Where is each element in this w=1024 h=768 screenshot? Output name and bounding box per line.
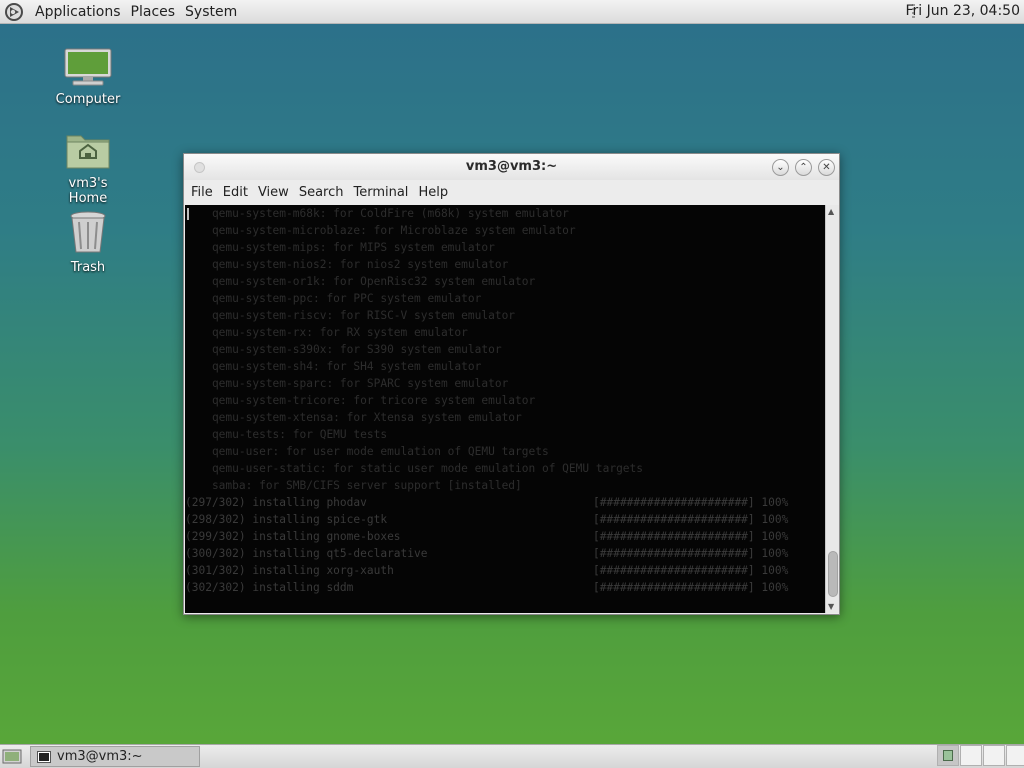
- top-panel: Applications Places System Fri Jun 23, 0…: [0, 0, 1024, 24]
- desktop-icon-label: Trash: [70, 260, 106, 275]
- terminal-line: qemu-system-mips: for MIPS system emulat…: [185, 239, 825, 256]
- terminal-line: (302/302) installing sddm [##############…: [185, 579, 825, 596]
- terminal-line: samba: for SMB/CIFS server support [inst…: [185, 477, 825, 494]
- terminal-line-text: qemu-system-xtensa: for Xtensa system em…: [185, 411, 522, 424]
- terminal-line-text: (298/302) installing spice-gtk: [185, 513, 388, 526]
- terminal-line-text: (297/302) installing phodav: [185, 496, 367, 509]
- terminal-line: qemu-system-sh4: for SH4 system emulator: [185, 358, 825, 375]
- distro-logo-icon[interactable]: [4, 2, 24, 22]
- terminal-app-icon: [37, 750, 51, 763]
- desktop-icon-computer[interactable]: Computer: [48, 48, 128, 107]
- progress-bar-text: [######################] 100%: [593, 547, 789, 560]
- progress-bar-text: [######################] 100%: [593, 564, 789, 577]
- bottom-panel: vm3@vm3:~: [0, 744, 1024, 768]
- progress-bar-text: [######################] 100%: [593, 513, 789, 526]
- terminal-line-text: qemu-system-or1k: for OpenRisc32 system …: [185, 275, 536, 288]
- terminal-line: qemu-system-nios2: for nios2 system emul…: [185, 256, 825, 273]
- workspace-3[interactable]: [983, 745, 1005, 766]
- terminal-line-text: qemu-tests: for QEMU tests: [185, 428, 388, 441]
- menu-view[interactable]: View: [253, 185, 294, 200]
- terminal-line: (300/302) installing qt5-declarative [###…: [185, 545, 825, 562]
- workspace-switcher: [936, 745, 1024, 768]
- scrollbar-thumb[interactable]: [828, 551, 838, 597]
- places-menu[interactable]: Places: [126, 4, 181, 20]
- close-button[interactable]: ✕: [818, 159, 835, 176]
- terminal-line: (301/302) installing xorg-xauth [########…: [185, 562, 825, 579]
- desktop-icon-home[interactable]: vm3's Home: [48, 130, 128, 206]
- workspace-4[interactable]: [1006, 745, 1024, 766]
- terminal-line: qemu-tests: for QEMU tests: [185, 426, 825, 443]
- progress-bar-text: [######################] 100%: [593, 530, 789, 543]
- terminal-menubar: File Edit View Search Terminal Help: [184, 180, 839, 204]
- menu-file[interactable]: File: [186, 185, 218, 200]
- terminal-line: qemu-user-static: for static user mode e…: [185, 460, 825, 477]
- terminal-line-text: (299/302) installing gnome-boxes: [185, 530, 401, 543]
- terminal-line-text: samba: for SMB/CIFS server support [inst…: [185, 479, 522, 492]
- system-menu[interactable]: System: [180, 4, 242, 20]
- minimize-button[interactable]: ⌄: [772, 159, 789, 176]
- terminal-line: qemu-system-sparc: for SPARC system emul…: [185, 375, 825, 392]
- menu-edit[interactable]: Edit: [218, 185, 253, 200]
- workspace-1[interactable]: [937, 745, 959, 766]
- terminal-line-text: qemu-system-sparc: for SPARC system emul…: [185, 377, 509, 390]
- terminal-line-text: qemu-system-tricore: for tricore system …: [185, 394, 536, 407]
- show-desktop-icon[interactable]: [2, 748, 22, 765]
- terminal-line: qemu-system-xtensa: for Xtensa system em…: [185, 409, 825, 426]
- terminal-line: qemu-system-tricore: for tricore system …: [185, 392, 825, 409]
- progress-bar-text: [######################] 100%: [593, 496, 789, 509]
- window-title: vm3@vm3:~: [465, 159, 558, 174]
- terminal-line-text: (301/302) installing xorg-xauth: [185, 564, 394, 577]
- terminal-line: qemu-system-ppc: for PPC system emulator: [185, 290, 825, 307]
- terminal-line: qemu-system-or1k: for OpenRisc32 system …: [185, 273, 825, 290]
- clock[interactable]: Fri Jun 23, 04:50: [905, 3, 1020, 19]
- terminal-line-text: qemu-system-m68k: for ColdFire (m68k) sy…: [185, 207, 569, 220]
- menu-search[interactable]: Search: [294, 185, 349, 200]
- scroll-up-arrow-icon[interactable]: ▲: [828, 207, 834, 216]
- terminal-line-text: qemu-system-ppc: for PPC system emulator: [185, 292, 482, 305]
- maximize-button[interactable]: ⌃: [795, 159, 812, 176]
- terminal-line: (297/302) installing phodav [############…: [185, 494, 825, 511]
- taskbar-terminal-label: vm3@vm3:~: [57, 749, 143, 764]
- terminal-line: (298/302) installing spice-gtk [#########…: [185, 511, 825, 528]
- terminal-scrollbar[interactable]: ▲ ▼: [825, 205, 839, 613]
- computer-icon: [64, 48, 112, 86]
- terminal-line-text: qemu-system-s390x: for S390 system emula…: [185, 343, 502, 356]
- terminal-line: qemu-system-microblaze: for Microblaze s…: [185, 222, 825, 239]
- workspace-2[interactable]: [960, 745, 982, 766]
- terminal-output[interactable]: qemu-system-m68k: for ColdFire (m68k) sy…: [185, 205, 825, 613]
- terminal-line-text: qemu-system-rx: for RX system emulator: [185, 326, 468, 339]
- terminal-line: qemu-user: for user mode emulation of QE…: [185, 443, 825, 460]
- trash-icon: [70, 211, 106, 253]
- terminal-line-text: qemu-user: for user mode emulation of QE…: [185, 445, 549, 458]
- desktop-icon-label: Computer: [55, 92, 121, 107]
- terminal-window[interactable]: vm3@vm3:~ ⌄ ⌃ ✕ File Edit View Search Te…: [183, 153, 840, 615]
- home-folder-icon: [66, 135, 110, 169]
- terminal-line-text: qemu-system-microblaze: for Microblaze s…: [185, 224, 576, 237]
- progress-bar-text: [######################] 100%: [593, 581, 789, 594]
- terminal-line-text: (302/302) installing sddm: [185, 581, 354, 594]
- terminal-line: qemu-system-riscv: for RISC-V system emu…: [185, 307, 825, 324]
- terminal-line-text: qemu-system-sh4: for SH4 system emulator: [185, 360, 482, 373]
- scroll-down-arrow-icon[interactable]: ▼: [828, 602, 834, 611]
- applications-menu[interactable]: Applications: [30, 4, 126, 20]
- desktop-icon-trash[interactable]: Trash: [48, 210, 128, 275]
- window-titlebar[interactable]: vm3@vm3:~ ⌄ ⌃ ✕: [184, 154, 839, 180]
- terminal-line-text: qemu-system-mips: for MIPS system emulat…: [185, 241, 495, 254]
- terminal-line: qemu-system-s390x: for S390 system emula…: [185, 341, 825, 358]
- desktop-icon-label: vm3's Home: [68, 176, 108, 206]
- terminal-line: qemu-system-rx: for RX system emulator: [185, 324, 825, 341]
- terminal-line-text: qemu-system-nios2: for nios2 system emul…: [185, 258, 509, 271]
- terminal-line-text: qemu-user-static: for static user mode e…: [185, 462, 644, 475]
- terminal-line: (299/302) installing gnome-boxes [#######…: [185, 528, 825, 545]
- menu-terminal[interactable]: Terminal: [348, 185, 413, 200]
- terminal-line-text: (300/302) installing qt5-declarative: [185, 547, 428, 560]
- menu-help[interactable]: Help: [413, 185, 453, 200]
- terminal-line-text: qemu-system-riscv: for RISC-V system emu…: [185, 309, 516, 322]
- terminal-line: qemu-system-m68k: for ColdFire (m68k) sy…: [185, 205, 825, 222]
- taskbar-terminal-button[interactable]: vm3@vm3:~: [30, 746, 200, 767]
